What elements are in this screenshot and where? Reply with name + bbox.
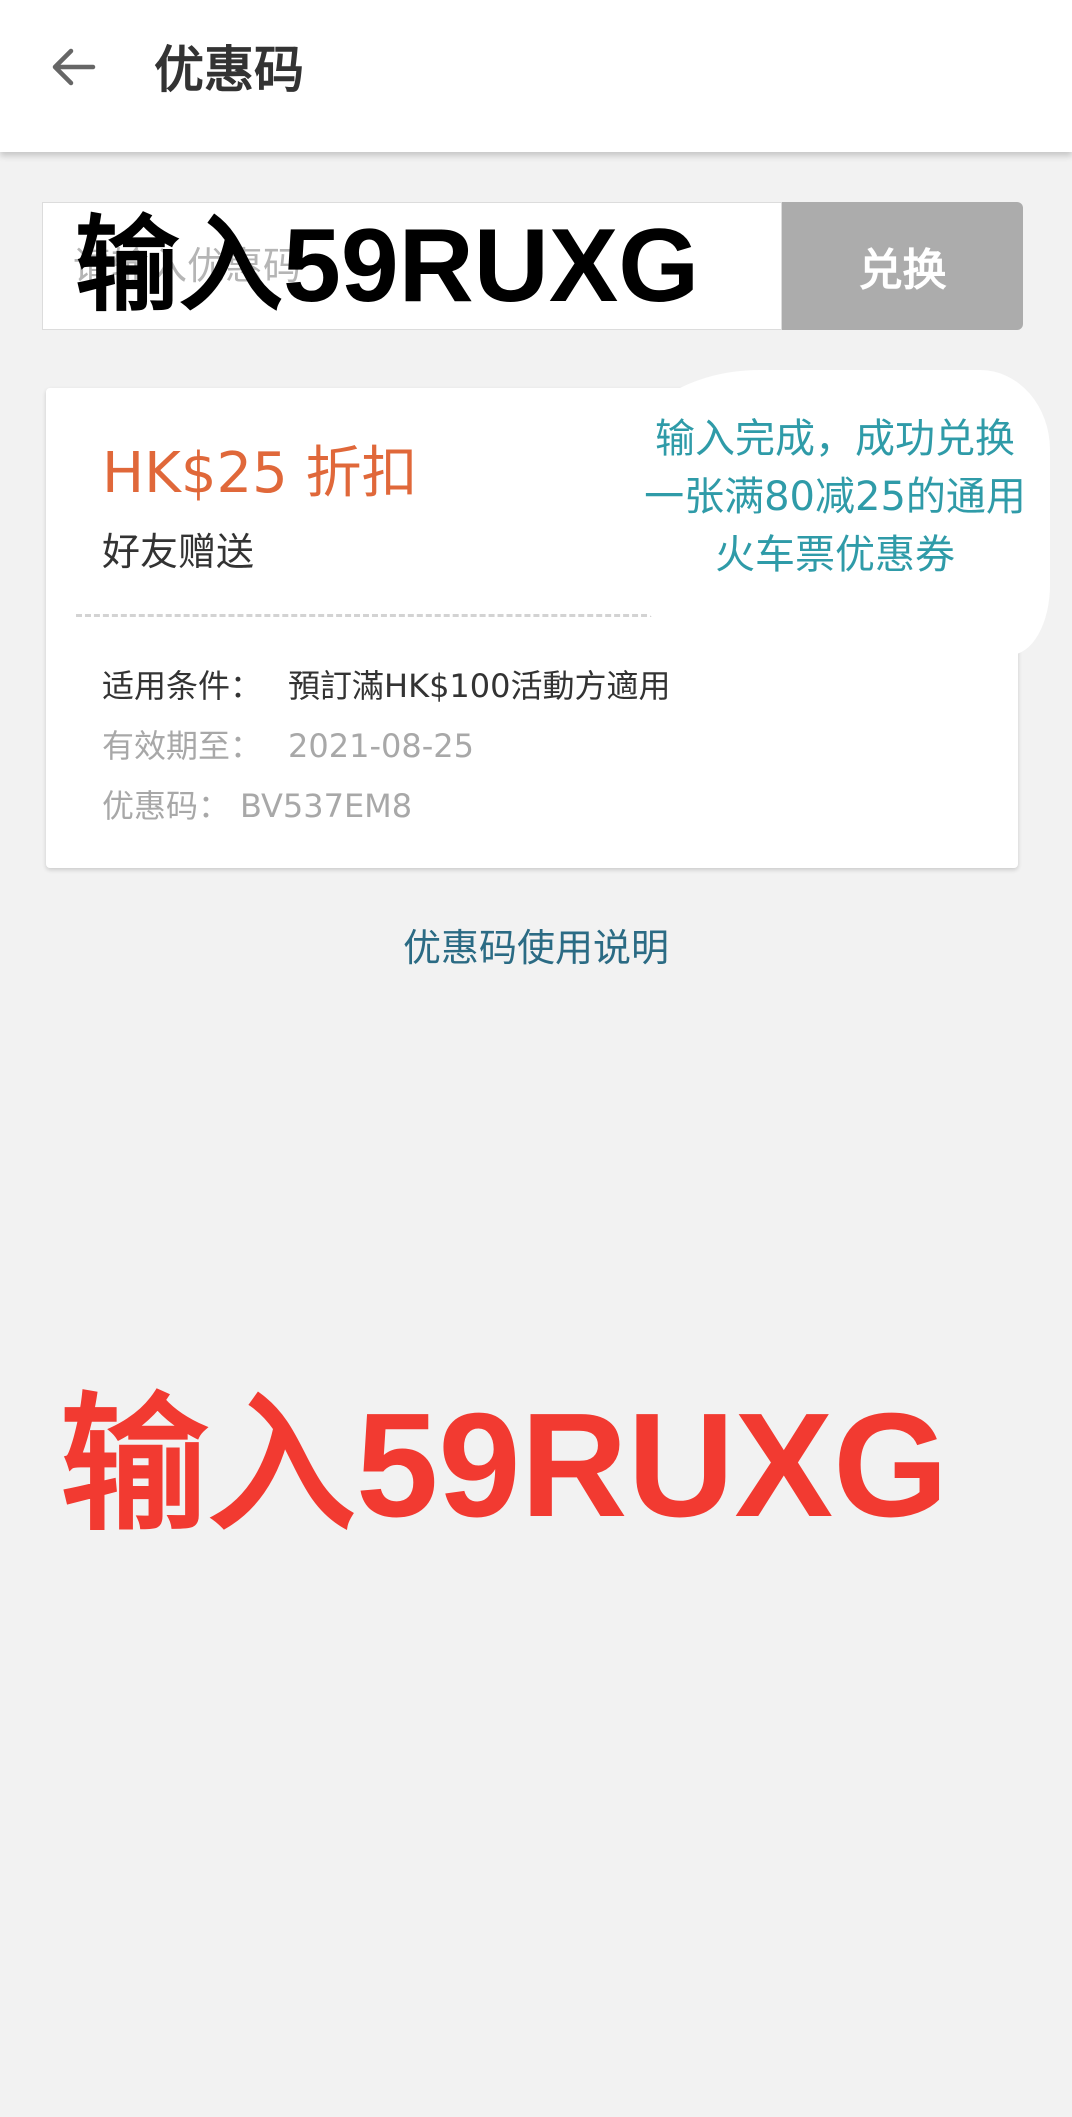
usage-instructions-link[interactable]: 优惠码使用说明 <box>0 922 1072 974</box>
redeem-button[interactable]: 兑换 <box>782 202 1023 330</box>
page-title: 优惠码 <box>154 41 304 99</box>
coupon-divider <box>76 614 656 617</box>
coupon-notch <box>0 598 16 630</box>
code-label: 优惠码： <box>102 787 231 825</box>
condition-label: 适用条件： <box>102 667 263 705</box>
coupon-code: 优惠码： BV537EM8 <box>102 784 412 828</box>
annotation-bubble-text: 输入完成，成功兑换一张满80减25的通用火车票优惠券 <box>644 416 1026 578</box>
back-button[interactable] <box>36 30 110 104</box>
expiry-value: 2021-08-25 <box>288 727 474 765</box>
coupon-amount: HK$25 折扣 <box>102 441 418 506</box>
arrow-left-icon <box>52 48 96 86</box>
promo-code-input[interactable] <box>43 203 781 329</box>
code-input-container: 输入59RUXG <box>42 202 782 330</box>
annotation-bubble: 输入完成，成功兑换一张满80减25的通用火车票优惠券 <box>620 370 1050 655</box>
expiry-label: 有效期至： <box>102 727 263 765</box>
coupon-source: 好友赠送 <box>102 530 255 574</box>
promo-overlay-text: 输入59RUXG <box>60 1383 949 1548</box>
coupon-condition: 适用条件： 預訂滿HK$100活動方適用 <box>102 664 671 708</box>
code-value: BV537EM8 <box>240 787 413 825</box>
condition-value: 預訂滿HK$100活動方適用 <box>288 667 671 705</box>
app-bar: 优惠码 <box>0 0 1072 152</box>
coupon-expiry: 有效期至： 2021-08-25 <box>102 724 474 768</box>
redeem-row: 输入59RUXG 兑换 <box>42 202 1023 330</box>
